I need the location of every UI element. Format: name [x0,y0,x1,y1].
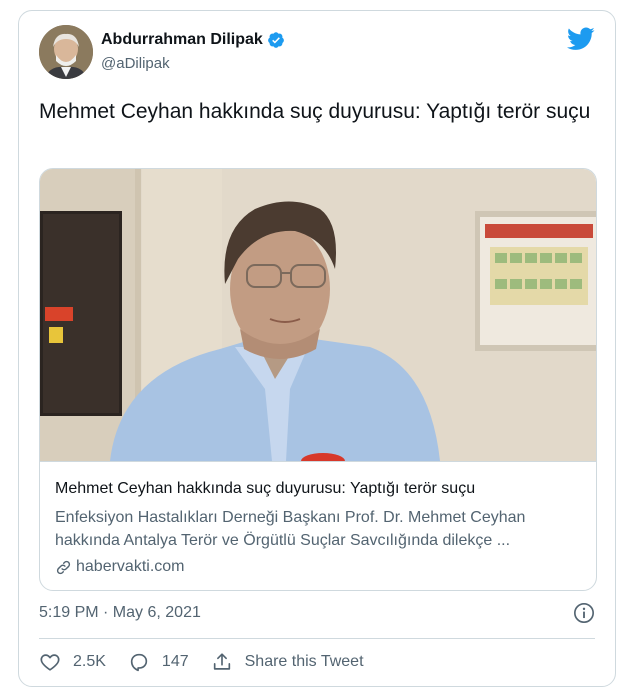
reply-count: 147 [161,653,189,670]
share-button[interactable]: Share this Tweet [211,651,364,673]
tweet-timestamp[interactable]: 5:19 PM · May 6, 2021 [39,604,201,622]
link-preview-info[interactable]: Mehmet Ceyhan hakkında suç duyurusu: Yap… [40,461,596,575]
tweet-card[interactable]: Abdurrahman Dilipak @aDilipak Mehmet Cey… [18,10,616,687]
link-preview-description: Enfeksiyon Hastalıkları Derneği Başkanı … [55,509,526,549]
verified-badge-icon [267,32,284,48]
share-label: Share this Tweet [244,653,364,670]
link-preview-domain[interactable]: habervakti.com [55,558,185,576]
link-icon [56,560,71,574]
info-icon[interactable] [573,602,595,624]
share-icon [213,653,230,670]
avatar[interactable] [39,25,93,79]
link-domain-text[interactable]: habervakti.com [76,558,185,576]
link-preview-title[interactable]: Mehmet Ceyhan hakkında suç duyurusu: Yap… [55,480,475,498]
like-button[interactable]: 2.5K [39,651,106,673]
heart-icon [40,654,60,671]
link-preview-image[interactable] [40,169,597,461]
author-name[interactable]: Abdurrahman Dilipak [101,31,263,49]
like-count: 2.5K [73,653,106,670]
twitter-bird-icon[interactable] [567,27,595,51]
divider [39,638,595,639]
tweet-actions: 2.5K 147 Share this Tweet [39,651,386,673]
author-handle[interactable]: @aDilipak [101,55,170,72]
tweet-text: Mehmet Ceyhan hakkında suç duyurusu: Yap… [39,100,591,123]
reply-button[interactable]: 147 [128,651,189,673]
link-preview-card[interactable]: Mehmet Ceyhan hakkında suç duyurusu: Yap… [39,168,597,591]
reply-icon [130,653,148,672]
